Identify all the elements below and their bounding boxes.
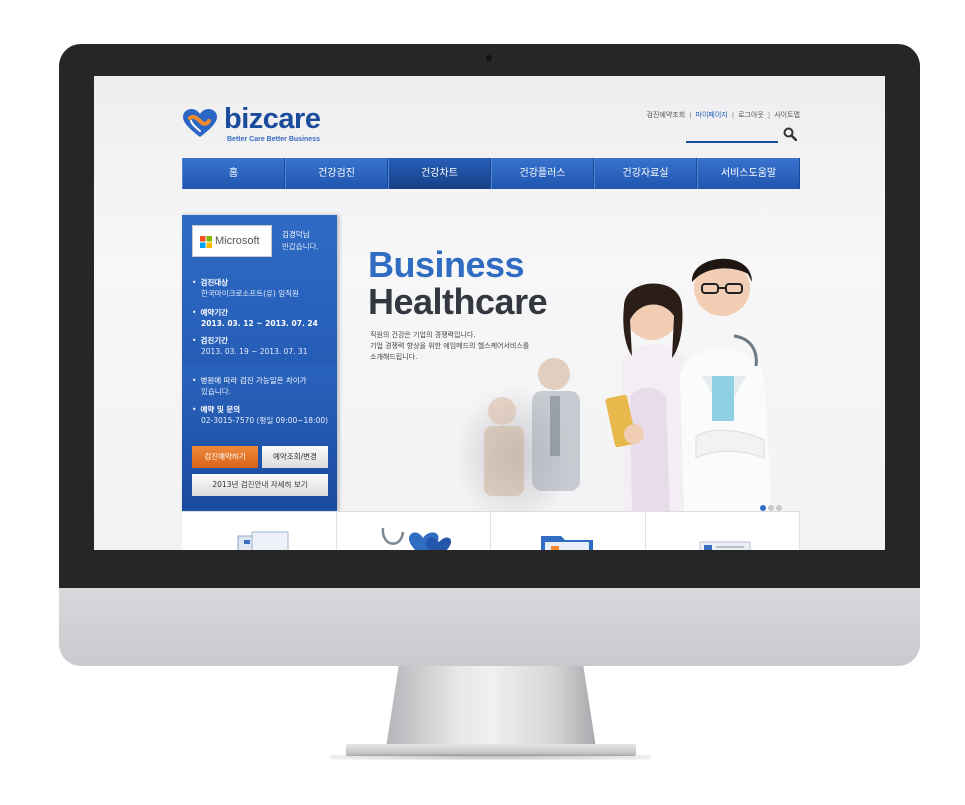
brand-name: bizcare <box>224 103 321 135</box>
camera-dot <box>486 55 492 61</box>
contact-value: 02-3015-7570 (평일 09:00~18:00) <box>201 416 329 425</box>
notice-line-1: 병원에 따라 검진 가능일은 차이가 <box>200 376 307 385</box>
bullet-dot: • <box>192 278 197 287</box>
notice-line-2: 있습니다. <box>201 387 231 396</box>
stethoscope-heart-icon <box>381 527 451 550</box>
bullet-dot: • <box>192 376 197 385</box>
main-nav: 홈 건강검진 건강차트 건강플러스 건강자료실 서비스도움말 <box>182 158 800 189</box>
greeting-message: 반갑습니다. <box>282 242 319 251</box>
divider: | <box>731 111 735 119</box>
exam-guide-detail-button[interactable]: 2013년 검진안내 자세히 보기 <box>192 474 328 496</box>
search-input[interactable] <box>686 141 778 143</box>
member-info-panel: Microsoft 김경덕님 반갑습니다. • 검진대상 한국마이크로소프트(유)… <box>182 215 337 511</box>
check-change-reservation-button[interactable]: 예약조회/변경 <box>262 446 328 468</box>
monitor-stand-neck <box>386 666 596 748</box>
target-info: • 검진대상 한국마이크로소프트(유) 임직원 <box>192 277 299 299</box>
exam-period-label: 검진기간 <box>200 336 229 345</box>
quick-card-library[interactable] <box>646 512 800 550</box>
nav-home[interactable]: 홈 <box>182 158 285 189</box>
util-link-sitemap[interactable]: 사이트맵 <box>774 110 800 120</box>
company-logo-box: Microsoft <box>192 225 272 257</box>
nav-health-library[interactable]: 건강자료실 <box>594 158 697 189</box>
bullet-dot: • <box>192 308 197 317</box>
contact-info: • 예약 및 문의 02-3015-7570 (평일 09:00~18:00) <box>192 404 328 426</box>
bullet-dot: • <box>192 336 197 345</box>
divider: | <box>767 111 771 119</box>
bizcare-logo[interactable]: bizcare Better Care Better Business <box>182 103 342 147</box>
util-link-reservation-check[interactable]: 검진예약조회 <box>647 110 686 120</box>
bullet-dot: • <box>192 405 197 414</box>
nav-health-plus[interactable]: 건강플러스 <box>491 158 594 189</box>
clipboard-icon <box>237 531 289 550</box>
search-icon[interactable] <box>783 127 797 141</box>
heart-hand-icon <box>183 109 217 137</box>
reserve-period-info: • 예약기간 2013. 03. 12 ~ 2013. 07. 24 <box>192 307 318 329</box>
brand-slogan: Better Care Better Business <box>227 136 320 143</box>
reserve-exam-button[interactable]: 검진예약하기 <box>192 446 258 468</box>
microsoft-logo-icon <box>200 236 212 248</box>
screen: bizcare Better Care Better Business 검진예약… <box>94 76 885 550</box>
notice-info: • 병원에 따라 검진 가능일은 차이가 있습니다. <box>192 375 307 397</box>
greeting-name: 김경덕님 <box>282 230 310 239</box>
reserve-period-value: 2013. 03. 12 ~ 2013. 07. 24 <box>201 319 318 328</box>
exam-period-info: • 검진기간 2013. 03. 19 ~ 2013. 07. 31 <box>192 335 307 357</box>
quick-menu-cards <box>182 511 800 550</box>
contact-label: 예약 및 문의 <box>200 405 241 414</box>
divider: | <box>689 111 692 119</box>
monitor-shadow <box>330 754 650 760</box>
folder-icon <box>541 536 593 550</box>
util-link-logout[interactable]: 로그아웃 <box>738 110 764 120</box>
nav-service-help[interactable]: 서비스도움말 <box>697 158 800 189</box>
nav-health-checkup[interactable]: 건강검진 <box>285 158 388 189</box>
quick-card-chart[interactable] <box>337 512 491 550</box>
hero-medical-staff-photo <box>454 258 772 516</box>
monitor-chin <box>59 588 920 666</box>
quick-card-plus[interactable] <box>491 512 646 550</box>
reserve-period-label: 예약기간 <box>200 308 229 317</box>
company-name: Microsoft <box>215 235 260 247</box>
exam-period-value: 2013. 03. 19 ~ 2013. 07. 31 <box>201 347 308 356</box>
target-value: 한국마이크로소프트(유) 임직원 <box>201 289 299 298</box>
target-label: 검진대상 <box>200 278 229 287</box>
utility-links: 검진예약조회 | 마이페이지 | 로그아웃 | 사이트맵 <box>647 110 800 120</box>
document-icon <box>699 541 750 550</box>
util-link-mypage[interactable]: 마이페이지 <box>696 110 728 120</box>
nav-health-chart[interactable]: 건강차트 <box>388 158 491 189</box>
quick-card-checkup[interactable] <box>182 512 337 550</box>
